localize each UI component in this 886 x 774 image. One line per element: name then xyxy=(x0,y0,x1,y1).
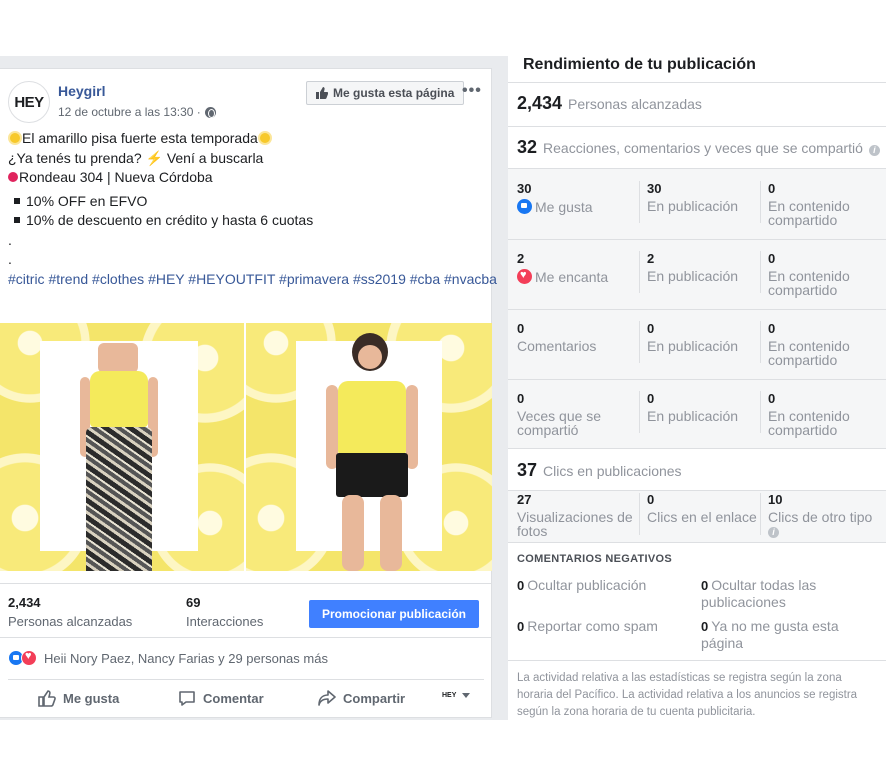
clicks-section: 37 Clics en publicaciones xyxy=(508,448,886,490)
post-line-3: Rondeau 304 | Nueva Córdoba xyxy=(8,168,484,188)
page-mini-avatar: HEY xyxy=(442,692,457,699)
engagement-label: Reacciones, comentarios y veces que se c… xyxy=(543,140,863,156)
reactions-row: Heii Nory Paez, Nancy Farias y 29 person… xyxy=(0,637,492,677)
interactions-value: 69 xyxy=(186,595,201,610)
thumbs-up-outline-icon xyxy=(38,690,56,707)
page-avatar[interactable]: HEY xyxy=(8,81,50,123)
likes-shared: 0 En contenido compartido xyxy=(768,181,850,228)
post-header: HEY Heygirl 12 de octubre a las 13:30 · … xyxy=(8,81,484,125)
clicks-value: 37 xyxy=(517,460,538,480)
negative-feedback-title: COMENTARIOS NEGATIVOS xyxy=(517,553,673,565)
engagement-value: 32 xyxy=(517,137,538,157)
comments-shared: 0 En contenido compartido xyxy=(768,321,850,368)
timezone-footnote: La actividad relativa a las estadísticas… xyxy=(517,672,858,718)
post-stats: 2,434 Personas alcanzadas 69 Interaccion… xyxy=(0,583,492,635)
post-line-4: 10% OFF en EFVO xyxy=(8,192,484,212)
performance-panel: Rendimiento de tu publicación 2,434 Pers… xyxy=(508,44,886,724)
page-name-link[interactable]: Heygirl xyxy=(58,83,105,99)
post-text: El amarillo pisa fuerte esta temporada ¿… xyxy=(8,129,497,290)
post-photos xyxy=(0,323,492,571)
pin-emoji-icon xyxy=(8,172,18,182)
sun-emoji-icon xyxy=(8,131,22,145)
share-button[interactable]: Compartir xyxy=(318,690,405,706)
shares-shared: 0 En contenido compartido xyxy=(768,391,850,438)
caret-down-icon xyxy=(462,693,471,698)
post-card: HEY Heygirl 12 de octubre a las 13:30 · … xyxy=(0,68,497,719)
loves-total: 2Me encanta xyxy=(517,252,608,284)
post-date[interactable]: 12 de octubre a las 13:30 · xyxy=(58,105,201,119)
comments-on-post: 0 En publicación xyxy=(647,321,739,354)
reach-label: Personas alcanzadas xyxy=(8,614,133,629)
photo-2[interactable] xyxy=(246,323,492,571)
more-options-icon[interactable]: ••• xyxy=(462,83,482,99)
clicks-label: Clics en publicaciones xyxy=(543,463,682,479)
unlike-page-stat: 0 Ya no me gusta esta página xyxy=(701,618,839,651)
panel-reach-label: Personas alcanzadas xyxy=(568,96,702,112)
share-icon xyxy=(318,690,336,706)
shares-total: 0 Veces que se compartió xyxy=(517,391,602,438)
lightning-emoji-icon: ⚡ xyxy=(145,149,163,166)
engagement-section: 32 Reacciones, comentarios y veces que s… xyxy=(508,126,886,168)
post-hashtags[interactable]: #citric #trend #clothes #HEY #HEYOUTFIT … xyxy=(8,270,497,290)
post-line-5: 10% de descuento en crédito y hasta 6 cu… xyxy=(8,211,484,231)
thumbs-up-icon xyxy=(316,87,328,99)
clicks-breakdown: 27 Visualizaciones de fotos 0 Clics en el … xyxy=(508,490,886,542)
likes-total: 30 Me gusta xyxy=(517,181,593,215)
sun-emoji-icon xyxy=(257,131,272,145)
post-line-2: ¿Ya tenés tu prenda? ⚡ Vení a buscarla xyxy=(8,149,264,166)
shares-on-post: 0 En publicación xyxy=(647,391,739,424)
likes-on-post: 30 En publicación xyxy=(647,181,739,214)
photo-views: 27 Visualizaciones de fotos xyxy=(517,492,633,539)
footnote-section: La actividad relativa a las estadísticas… xyxy=(508,660,886,724)
like-page-button[interactable]: Me gusta esta página xyxy=(306,81,465,105)
reaction-icons[interactable] xyxy=(8,650,42,666)
hide-post-stat: 0 Ocultar publicación xyxy=(517,577,647,593)
square-bullet-icon xyxy=(14,217,20,223)
panel-title: Rendimiento de tu publicación xyxy=(523,56,756,73)
post-as-selector[interactable]: HEY xyxy=(442,692,471,699)
reach-section: 2,434 Personas alcanzadas xyxy=(508,82,886,126)
promote-post-button[interactable]: Promocionar publicación xyxy=(309,600,479,628)
like-page-label: Me gusta esta página xyxy=(333,86,455,100)
link-clicks: 0 Clics en el enlace xyxy=(647,492,757,525)
photo-1[interactable] xyxy=(0,323,244,571)
like-button[interactable]: Me gusta xyxy=(38,690,119,707)
reactions-summary[interactable]: Heii Nory Paez, Nancy Farias y 29 person… xyxy=(44,651,328,666)
info-icon[interactable]: i xyxy=(868,145,880,156)
post-line-7: . xyxy=(8,251,12,267)
loves-shared: 0 En contenido compartido xyxy=(768,251,850,298)
negative-feedback-section: COMENTARIOS NEGATIVOS 0 Ocultar publicaci… xyxy=(508,542,886,660)
post-actions: Me gusta Comentar Compartir HEY xyxy=(8,679,484,719)
like-icon xyxy=(517,199,532,214)
interactions-label: Interacciones xyxy=(186,614,264,629)
love-reaction-icon xyxy=(21,650,37,666)
post-meta: 12 de octubre a las 13:30 · xyxy=(58,105,216,119)
info-icon[interactable]: i xyxy=(768,527,779,538)
reach-value: 2,434 xyxy=(8,595,41,610)
post-line-6: . xyxy=(8,231,12,248)
engagement-breakdown: 30 Me gusta 30 En publicación 0 En contenid… xyxy=(508,168,886,448)
love-icon xyxy=(517,268,532,284)
comments-total: 0 Comentarios xyxy=(517,321,597,354)
square-bullet-icon xyxy=(14,197,20,204)
comment-button[interactable]: Comentar xyxy=(178,690,264,707)
report-spam-stat: 0 Reportar como spam xyxy=(517,618,658,634)
other-clicks: 10 Clics de otro tipo i xyxy=(768,492,873,538)
loves-on-post: 2 En publicación xyxy=(647,251,739,284)
panel-reach-value: 2,434 xyxy=(517,93,563,113)
globe-icon[interactable] xyxy=(204,106,216,118)
post-line-1: El amarillo pisa fuerte esta temporada xyxy=(8,129,484,149)
hide-all-stat: 0 Ocultar todas las publicaciones xyxy=(701,577,817,610)
comment-icon xyxy=(179,691,195,706)
